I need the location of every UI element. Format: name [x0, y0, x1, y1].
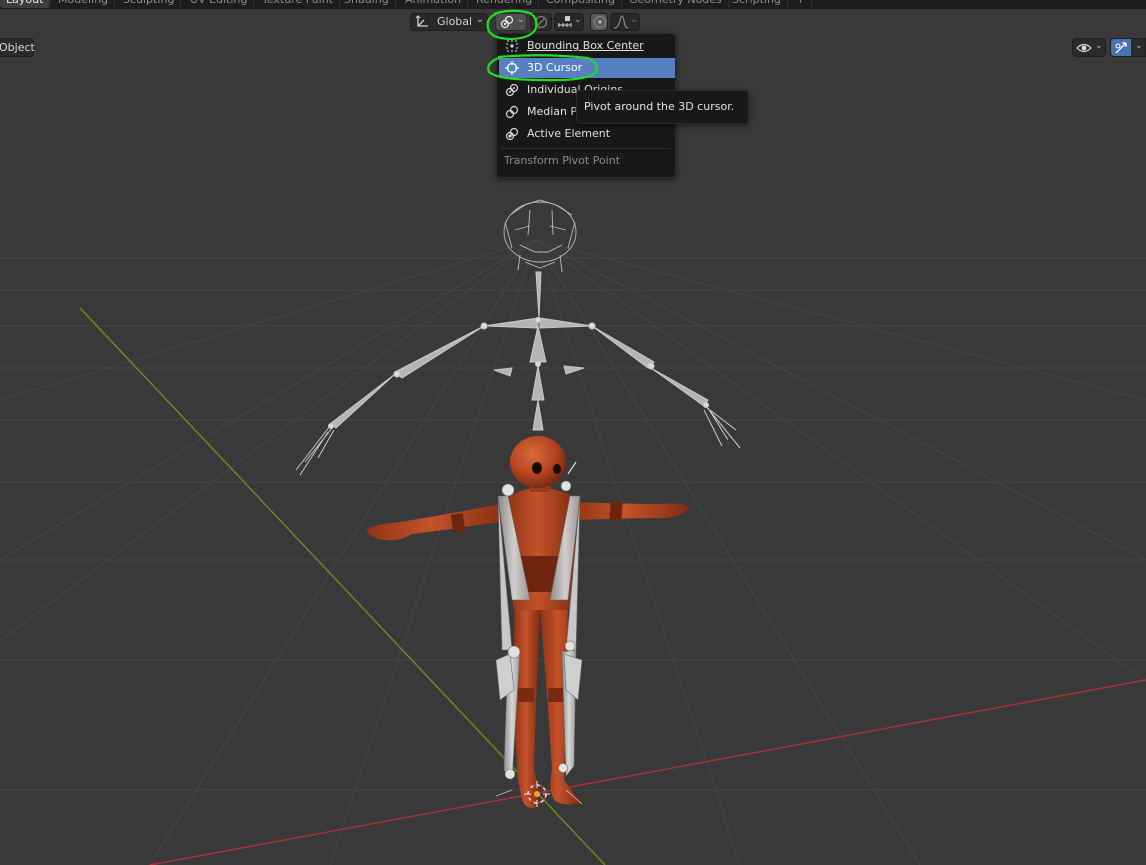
tab-animation[interactable]: Animation — [399, 0, 469, 8]
falloff-curve-icon — [613, 15, 629, 29]
tab-uv-editing[interactable]: UV Editing — [184, 0, 255, 8]
eye-icon — [1076, 43, 1092, 53]
object-mode-dropdown[interactable]: Object — [0, 38, 35, 57]
pivot-point-dropdown[interactable]: ⌄ — [495, 13, 527, 31]
chevron-down-icon: ⌄ — [574, 15, 582, 25]
tab-sculpting[interactable]: Sculpting — [117, 0, 182, 8]
tab-scripting[interactable]: Scripting — [726, 0, 788, 8]
menu-item-3d-cursor[interactable]: 3D Cursor — [499, 58, 675, 78]
tab-compositing[interactable]: Compositing — [540, 0, 622, 8]
proportional-editing-toggle[interactable] — [590, 13, 608, 31]
pivot-point-icon — [500, 15, 514, 29]
viewport-gizmos-toggle[interactable]: ⌄ — [1110, 38, 1146, 57]
tab-modeling[interactable]: Modeling — [52, 0, 116, 8]
gizmo-icon — [1115, 42, 1127, 54]
bounding-box-center-icon — [506, 40, 518, 52]
snap-toggle[interactable] — [530, 13, 552, 31]
menu-title: Transform Pivot Point — [504, 154, 621, 167]
chevron-down-icon: ⌄ — [1135, 41, 1143, 51]
tab-geometry-nodes[interactable]: Geometry Nodes — [623, 0, 729, 8]
menu-item-bounding-box-center[interactable]: Bounding Box Center — [499, 36, 675, 56]
orientation-label: Global — [437, 15, 473, 28]
tab-rendering[interactable]: Rendering — [470, 0, 540, 8]
workspace-tabs: Layout Modeling Sculpting UV Editing Tex… — [0, 0, 1146, 9]
tab-layout[interactable]: Layout — [0, 0, 51, 8]
chevron-down-icon: ⌄ — [517, 15, 525, 25]
object-visibility-dropdown[interactable]: ⌄ — [1072, 38, 1106, 57]
tab-shading[interactable]: Shading — [338, 0, 396, 8]
chevron-down-icon: ⌄ — [1095, 41, 1103, 51]
proportional-falloff-dropdown[interactable]: ⌄ — [610, 13, 640, 31]
menu-separator — [501, 148, 671, 149]
median-point-icon — [505, 105, 519, 119]
transform-orientation-dropdown[interactable]: Global ⌄ — [410, 13, 488, 31]
snap-to-dropdown[interactable]: ⌄ — [554, 13, 584, 31]
tooltip: Pivot around the 3D cursor. — [576, 90, 750, 124]
magnet-icon — [534, 15, 548, 29]
chevron-down-icon: ⌄ — [630, 15, 638, 25]
orientation-axes-icon — [415, 15, 428, 27]
individual-origins-icon — [505, 83, 519, 97]
menu-item-active-element[interactable]: Active Element — [499, 124, 675, 144]
snap-increment-icon — [558, 16, 572, 27]
chevron-down-icon: ⌄ — [475, 14, 484, 25]
active-element-icon — [505, 127, 519, 141]
tab-texture-paint[interactable]: Texture Paint — [256, 0, 340, 8]
proportional-editing-icon — [594, 16, 606, 28]
3d-cursor-pivot-icon — [505, 61, 519, 75]
tab-add[interactable]: + — [790, 0, 813, 8]
